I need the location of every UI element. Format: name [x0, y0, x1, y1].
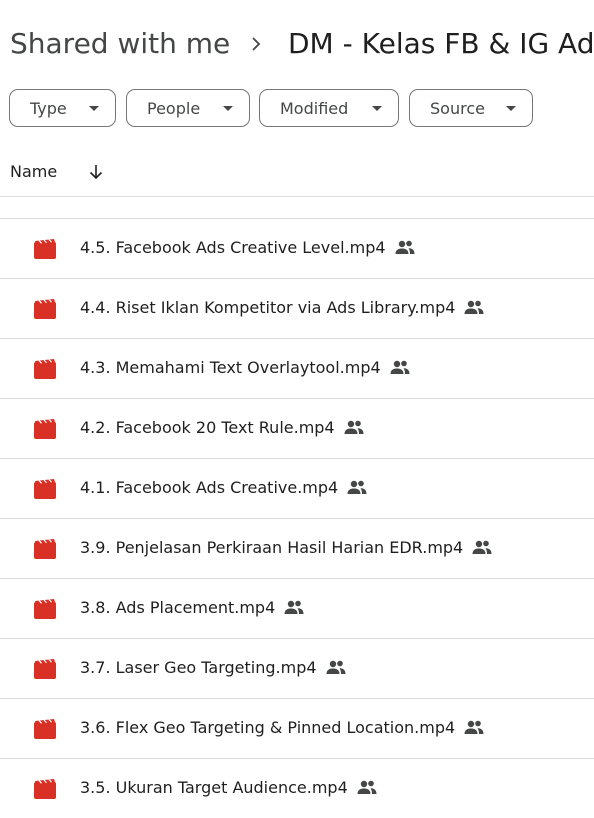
video-file-icon [34, 239, 56, 259]
dropdown-arrow-icon [506, 106, 516, 111]
file-name-text: 4.2. Facebook 20 Text Rule.mp4 [80, 418, 335, 437]
shared-people-icon [347, 480, 367, 494]
source-filter-label: Source [430, 99, 485, 118]
shared-people-icon [326, 660, 346, 674]
video-file-icon [34, 659, 56, 679]
file-row[interactable]: 3.7. Laser Geo Targeting.mp4 [0, 638, 594, 698]
shared-people-icon [472, 540, 492, 554]
shared-people-icon [390, 360, 410, 374]
file-name[interactable]: 4.1. Facebook Ads Creative.mp4 [80, 478, 368, 498]
chevron-right-icon [252, 37, 261, 51]
breadcrumb-current-folder[interactable]: DM - Kelas FB & IG Ads [288, 22, 594, 66]
file-name[interactable]: 3.9. Penjelasan Perkiraan Hasil Harian E… [80, 538, 493, 558]
video-file-icon [34, 359, 56, 379]
arrow-down-icon[interactable] [86, 162, 106, 182]
file-row[interactable]: 4.1. Facebook Ads Creative.mp4 [0, 458, 594, 518]
file-row[interactable]: 3.5. Ukuran Target Audience.mp4 [0, 758, 594, 818]
file-name[interactable]: 4.4. Riset Iklan Kompetitor via Ads Libr… [80, 298, 485, 318]
file-name-text: 3.7. Laser Geo Targeting.mp4 [80, 658, 317, 677]
shared-people-icon [344, 420, 364, 434]
name-column-header[interactable]: Name [10, 162, 57, 181]
video-file-icon [34, 779, 56, 799]
video-file-icon [34, 719, 56, 739]
dropdown-arrow-icon [89, 106, 99, 111]
file-name-text: 3.9. Penjelasan Perkiraan Hasil Harian E… [80, 538, 464, 557]
source-filter-button[interactable]: Source [409, 89, 533, 127]
file-row[interactable]: 4.3. Memahami Text Overlaytool.mp4 [0, 338, 594, 398]
video-file-icon [34, 299, 56, 319]
file-name[interactable]: 3.6. Flex Geo Targeting & Pinned Locatio… [80, 718, 485, 738]
file-name-text: 4.3. Memahami Text Overlaytool.mp4 [80, 358, 381, 377]
file-name[interactable]: 3.8. Ads Placement.mp4 [80, 598, 305, 618]
file-name-text: 4.5. Facebook Ads Creative Level.mp4 [80, 238, 386, 257]
shared-people-icon [284, 600, 304, 614]
file-name-text: 3.6. Flex Geo Targeting & Pinned Locatio… [80, 718, 456, 737]
file-name-text: 3.5. Ukuran Target Audience.mp4 [80, 778, 348, 797]
video-file-icon [34, 419, 56, 439]
file-name[interactable]: 4.2. Facebook 20 Text Rule.mp4 [80, 418, 365, 438]
file-row[interactable]: 3.6. Flex Geo Targeting & Pinned Locatio… [0, 698, 594, 758]
video-file-icon [34, 539, 56, 559]
file-list: 4.5. Facebook Ads Creative Level.mp4 4.4… [0, 218, 594, 818]
dropdown-arrow-icon [372, 106, 382, 111]
file-row[interactable]: 3.8. Ads Placement.mp4 [0, 578, 594, 638]
shared-people-icon [464, 720, 484, 734]
file-name[interactable]: 3.7. Laser Geo Targeting.mp4 [80, 658, 347, 678]
filter-bar: Type People Modified Source [0, 89, 594, 129]
dropdown-arrow-icon [223, 106, 233, 111]
file-name-text: 3.8. Ads Placement.mp4 [80, 598, 276, 617]
file-name-text: 4.4. Riset Iklan Kompetitor via Ads Libr… [80, 298, 456, 317]
video-file-icon [34, 599, 56, 619]
column-header: Name [0, 152, 594, 197]
file-name-text: 4.1. Facebook Ads Creative.mp4 [80, 478, 339, 497]
video-file-icon [34, 479, 56, 499]
file-name[interactable]: 3.5. Ukuran Target Audience.mp4 [80, 778, 378, 798]
shared-people-icon [357, 780, 377, 794]
file-row[interactable]: 3.9. Penjelasan Perkiraan Hasil Harian E… [0, 518, 594, 578]
modified-filter-button[interactable]: Modified [259, 89, 399, 127]
shared-people-icon [464, 300, 484, 314]
type-filter-label: Type [30, 99, 67, 118]
breadcrumb-shared-with-me[interactable]: Shared with me [10, 22, 230, 66]
type-filter-button[interactable]: Type [9, 89, 116, 127]
shared-people-icon [395, 240, 415, 254]
breadcrumb: Shared with me DM - Kelas FB & IG Ads [0, 22, 594, 66]
file-name[interactable]: 4.5. Facebook Ads Creative Level.mp4 [80, 238, 416, 258]
file-row[interactable]: 4.2. Facebook 20 Text Rule.mp4 [0, 398, 594, 458]
file-row[interactable]: 4.5. Facebook Ads Creative Level.mp4 [0, 218, 594, 278]
people-filter-button[interactable]: People [126, 89, 250, 127]
people-filter-label: People [147, 99, 201, 118]
file-row[interactable]: 4.4. Riset Iklan Kompetitor via Ads Libr… [0, 278, 594, 338]
modified-filter-label: Modified [280, 99, 349, 118]
file-name[interactable]: 4.3. Memahami Text Overlaytool.mp4 [80, 358, 411, 378]
